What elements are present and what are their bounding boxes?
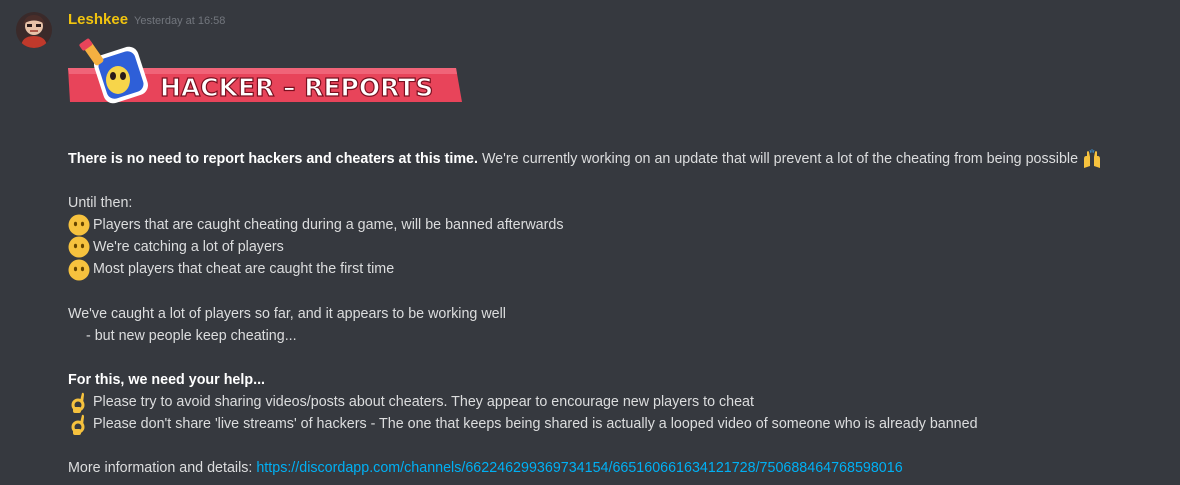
- list-item-text: Players that are caught cheating during …: [93, 217, 564, 234]
- more-info-line: More information and details: https://di…: [68, 457, 1168, 479]
- chat-message: Leshkee Yesterday at 16:58 HACKER – REPO…: [0, 0, 1180, 485]
- raised-hands-emoji: [1081, 148, 1103, 170]
- ok-hand-emoji: [68, 413, 90, 436]
- list-item: We're catching a lot of players: [68, 236, 1168, 258]
- more-info-link[interactable]: https://discordapp.com/channels/66224629…: [256, 457, 902, 479]
- avatar[interactable]: [16, 12, 52, 48]
- timestamp: Yesterday at 16:58: [134, 15, 226, 27]
- message-header: Leshkee Yesterday at 16:58: [68, 11, 225, 31]
- username[interactable]: Leshkee: [68, 11, 128, 28]
- caught-subline: - but new people keep cheating...: [86, 327, 297, 344]
- list-item: Please try to avoid sharing videos/posts…: [68, 391, 1168, 414]
- help-heading: For this, we need your help...: [68, 371, 266, 388]
- list-item: Players that are caught cheating during …: [68, 214, 1168, 236]
- list-item-text: Please don't share 'live streams' of hac…: [93, 416, 978, 433]
- ok-hand-emoji: [68, 391, 90, 414]
- list-item-text: Most players that cheat are caught the f…: [93, 261, 395, 278]
- until-then-label: Until then:: [68, 195, 133, 212]
- intro-bold-text: There is no need to report hackers and c…: [68, 151, 478, 167]
- face-without-mouth-emoji: [68, 236, 90, 258]
- more-info-label: More information and details:: [68, 460, 257, 477]
- intro-text: We're currently working on an update tha…: [477, 151, 1079, 167]
- face-without-mouth-emoji: [68, 259, 90, 281]
- list-item: Most players that cheat are caught the f…: [68, 258, 1168, 281]
- intro-line: There is no need to report hackers and c…: [68, 148, 1168, 170]
- caught-line: We've caught a lot of players so far, an…: [68, 305, 506, 322]
- list-item-text: Please try to avoid sharing videos/posts…: [93, 394, 754, 411]
- list-item: Please don't share 'live streams' of hac…: [68, 413, 1168, 436]
- hacker-reports-banner: HACKER – REPORTS: [66, 38, 462, 106]
- banner-title: HACKER – REPORTS: [160, 73, 433, 102]
- face-without-mouth-emoji: [68, 214, 90, 236]
- list-item-text: We're catching a lot of players: [93, 239, 284, 256]
- message-body: There is no need to report hackers and c…: [68, 148, 1168, 479]
